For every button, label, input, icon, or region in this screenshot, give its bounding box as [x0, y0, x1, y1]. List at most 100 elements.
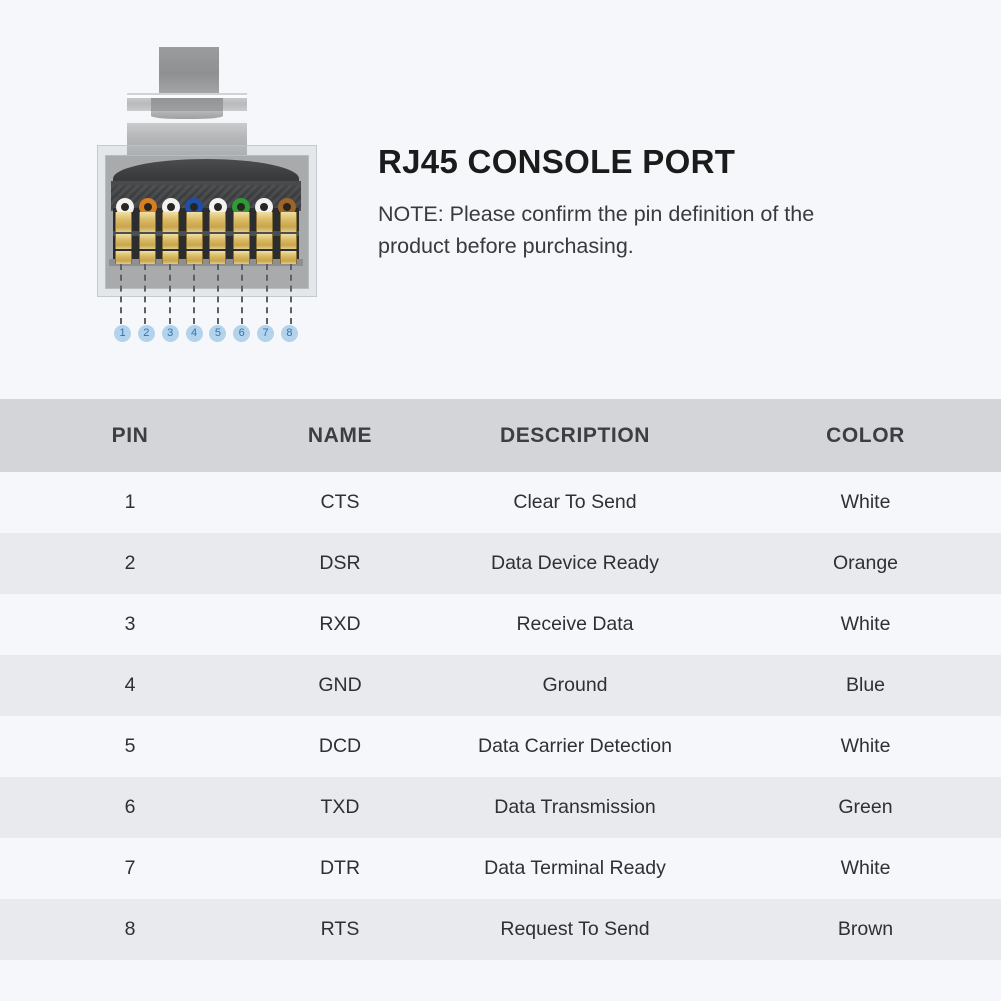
pin-contact-segment: [280, 234, 297, 249]
pin-definition-table: PIN NAME DESCRIPTION COLOR 1CTSClear To …: [0, 399, 1001, 960]
connector-boot-wave: [151, 111, 223, 119]
pin-contact-segment: [209, 234, 226, 249]
pin-contact-segment: [139, 212, 156, 232]
pin-contact-segment: [209, 251, 226, 264]
pin-contact-segment: [233, 212, 250, 232]
pin-contact-segment: [280, 251, 297, 264]
pin-contact-segment: [209, 212, 226, 232]
cell-name: DSR: [260, 533, 420, 594]
cell-color: Green: [730, 777, 1001, 838]
cell-pin: 5: [0, 716, 260, 777]
cell-description: Ground: [420, 655, 730, 716]
leader-line-1: [120, 264, 122, 324]
page-title: RJ45 CONSOLE PORT: [378, 143, 938, 181]
cell-name: GND: [260, 655, 420, 716]
cell-description: Clear To Send: [420, 472, 730, 533]
gold-pin-contact-2: [139, 212, 156, 264]
cell-name: RTS: [260, 899, 420, 960]
pin-contact-segment: [162, 251, 179, 264]
leader-line-2: [144, 264, 146, 324]
gold-pin-contact-5: [209, 212, 226, 264]
leader-line-3: [169, 264, 171, 324]
pin-contact-segment: [280, 212, 297, 232]
note-text: NOTE: Please confirm the pin definition …: [378, 198, 878, 262]
pin-contact-segment: [115, 212, 132, 232]
pin-contact-segment: [162, 234, 179, 249]
pin-badge-3: 3: [162, 325, 179, 342]
cell-color: Brown: [730, 899, 1001, 960]
pin-contact-segment: [186, 234, 203, 249]
cell-pin: 3: [0, 594, 260, 655]
column-header-name: NAME: [260, 399, 420, 472]
column-header-color: COLOR: [730, 399, 1001, 472]
cell-pin: 4: [0, 655, 260, 716]
pin-badge-1: 1: [114, 325, 131, 342]
table-row: 6TXDData TransmissionGreen: [0, 777, 1001, 838]
pin-contact-segment: [115, 251, 132, 264]
gold-pin-contact-3: [162, 212, 179, 264]
pin-contact-segment: [162, 212, 179, 232]
table-row: 4GNDGroundBlue: [0, 655, 1001, 716]
leader-line-7: [266, 264, 268, 324]
pin-contact-segment: [256, 234, 273, 249]
pin-badge-2: 2: [138, 325, 155, 342]
pin-contact-segment: [256, 251, 273, 264]
cell-description: Request To Send: [420, 899, 730, 960]
leader-line-5: [217, 264, 219, 324]
gold-pin-contact-4: [186, 212, 203, 264]
cell-pin: 2: [0, 533, 260, 594]
heading-block: RJ45 CONSOLE PORT NOTE: Please confirm t…: [378, 143, 938, 262]
cell-pin: 7: [0, 838, 260, 899]
pin-contact-segment: [139, 234, 156, 249]
cell-color: White: [730, 594, 1001, 655]
cell-pin: 8: [0, 899, 260, 960]
table-row: 1CTSClear To SendWhite: [0, 472, 1001, 533]
cell-color: Orange: [730, 533, 1001, 594]
cell-pin: 6: [0, 777, 260, 838]
gold-pin-contact-8: [280, 212, 297, 264]
cell-name: DCD: [260, 716, 420, 777]
cell-pin: 1: [0, 472, 260, 533]
pin-badge-7: 7: [257, 325, 274, 342]
gold-pin-contact-7: [256, 212, 273, 264]
cell-description: Receive Data: [420, 594, 730, 655]
header-section: 12345678 RJ45 CONSOLE PORT NOTE: Please …: [0, 0, 1001, 399]
cell-color: Blue: [730, 655, 1001, 716]
column-header-description: DESCRIPTION: [420, 399, 730, 472]
cell-color: White: [730, 716, 1001, 777]
column-header-pin: PIN: [0, 399, 260, 472]
cell-name: TXD: [260, 777, 420, 838]
table-row: 7DTRData Terminal ReadyWhite: [0, 838, 1001, 899]
leader-line-6: [241, 264, 243, 324]
pin-contact-segment: [186, 212, 203, 232]
cell-name: DTR: [260, 838, 420, 899]
cell-name: RXD: [260, 594, 420, 655]
connector-boot-highlight-2: [127, 119, 247, 123]
gold-pin-contact-1: [115, 212, 132, 264]
cell-description: Data Carrier Detection: [420, 716, 730, 777]
connector-cable-boot-top: [159, 47, 219, 95]
cell-color: White: [730, 838, 1001, 899]
pin-contact-segment: [233, 251, 250, 264]
cell-color: White: [730, 472, 1001, 533]
gold-pin-contacts-row: [113, 212, 299, 264]
cell-description: Data Transmission: [420, 777, 730, 838]
table-row: 8RTSRequest To SendBrown: [0, 899, 1001, 960]
pin-badge-8: 8: [281, 325, 298, 342]
table-header-row: PIN NAME DESCRIPTION COLOR: [0, 399, 1001, 472]
rj45-connector-illustration: 12345678: [95, 45, 320, 365]
leader-line-8: [290, 264, 292, 324]
table-row: 5DCDData Carrier DetectionWhite: [0, 716, 1001, 777]
cell-name: CTS: [260, 472, 420, 533]
pin-contact-segment: [256, 212, 273, 232]
cell-description: Data Terminal Ready: [420, 838, 730, 899]
leader-line-4: [193, 264, 195, 324]
pin-contact-segment: [233, 234, 250, 249]
connector-boot-highlight-1: [127, 95, 247, 98]
cell-description: Data Device Ready: [420, 533, 730, 594]
pin-number-badges: 12345678: [113, 325, 299, 351]
table-row: 3RXDReceive DataWhite: [0, 594, 1001, 655]
table-row: 2DSRData Device ReadyOrange: [0, 533, 1001, 594]
pin-badge-5: 5: [209, 325, 226, 342]
pin-leader-lines: [113, 264, 299, 324]
